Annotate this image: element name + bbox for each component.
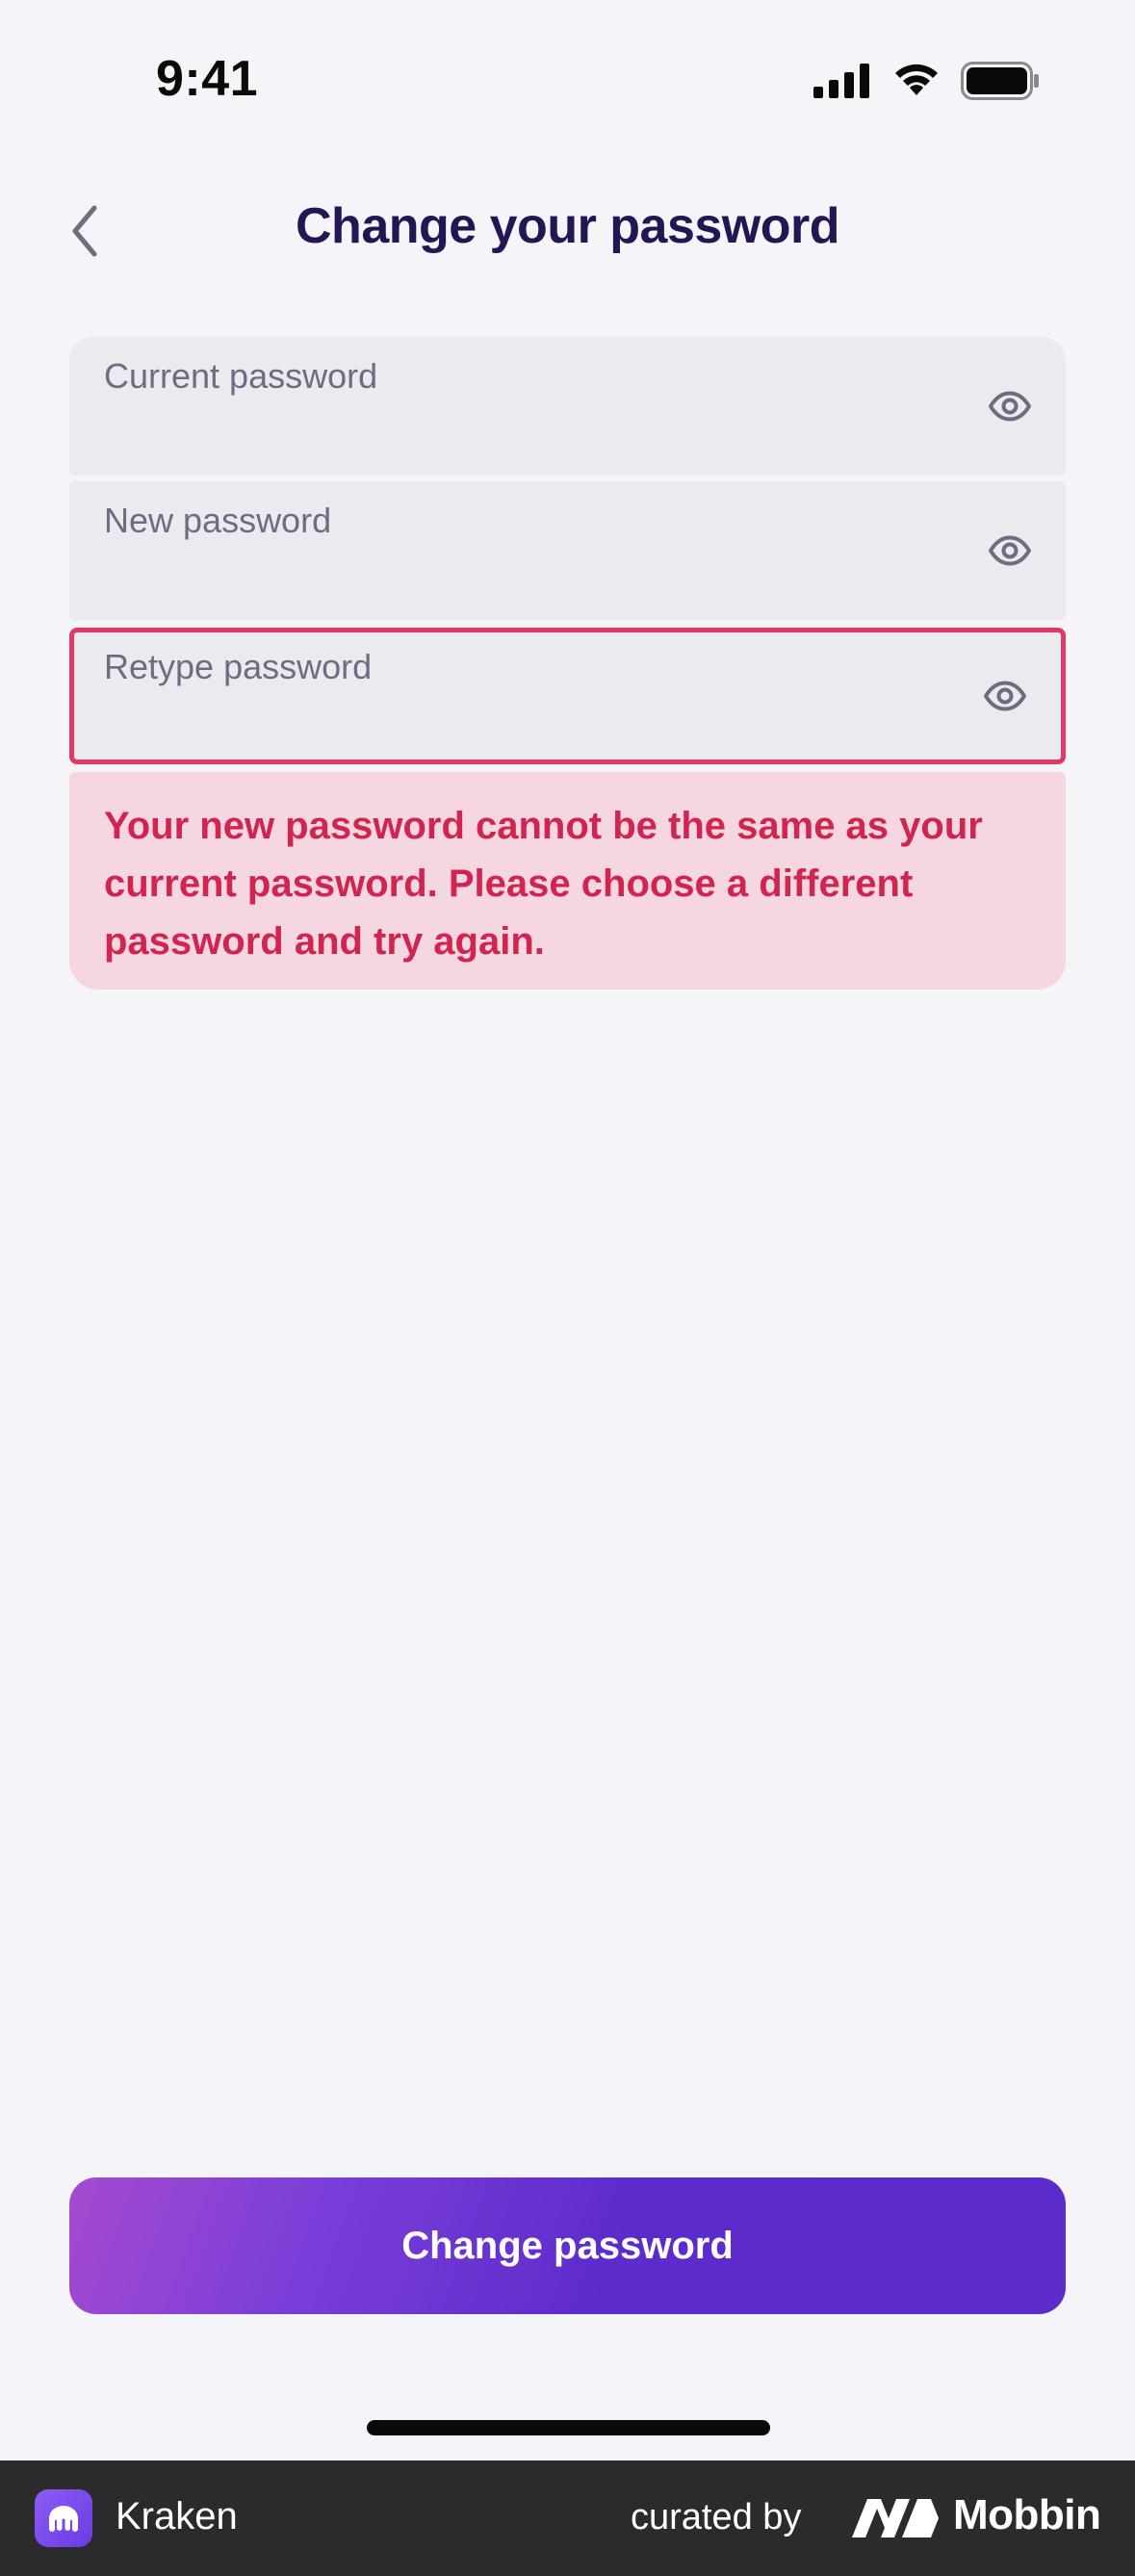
new-password-input[interactable] xyxy=(104,554,950,601)
kraken-logo-icon xyxy=(49,2506,78,2532)
new-password-label: New password xyxy=(104,501,332,540)
mobbin-logo-icon xyxy=(852,2499,939,2537)
battery-icon xyxy=(961,62,1039,100)
current-password-input[interactable] xyxy=(104,410,950,456)
retype-password-input[interactable] xyxy=(104,701,945,747)
show-current-password-button[interactable] xyxy=(983,379,1037,433)
error-message: Your new password cannot be the same as … xyxy=(104,805,983,963)
eye-icon xyxy=(989,535,1031,566)
status-time: 9:41 xyxy=(156,51,259,107)
new-password-field[interactable]: New password xyxy=(69,481,1066,620)
retype-password-label: Retype password xyxy=(104,647,373,686)
current-password-field[interactable]: Current password xyxy=(69,337,1066,476)
retype-password-field[interactable]: Retype password xyxy=(69,628,1066,764)
footer-bar: Kraken curated by Mobbin xyxy=(0,2460,1135,2576)
error-message-box: Your new password cannot be the same as … xyxy=(69,772,1066,990)
eye-icon xyxy=(984,681,1026,711)
chevron-left-icon xyxy=(72,205,97,257)
current-password-label: Current password xyxy=(104,356,378,396)
back-button[interactable] xyxy=(46,193,123,270)
wifi-icon xyxy=(895,64,938,95)
footer-curated-by: curated by xyxy=(631,2497,802,2537)
page-title: Change your password xyxy=(296,198,840,254)
change-password-button[interactable]: Change password xyxy=(69,2177,1066,2314)
status-bar: 9:41 xyxy=(0,0,1135,164)
status-icons xyxy=(813,62,1045,106)
eye-icon xyxy=(989,391,1031,422)
show-retype-password-button[interactable] xyxy=(978,669,1032,723)
show-new-password-button[interactable] xyxy=(983,524,1037,578)
kraken-app-icon xyxy=(35,2489,92,2547)
cellular-signal-icon xyxy=(813,64,869,98)
footer-app-name: Kraken xyxy=(116,2495,238,2537)
footer-brand: Mobbin xyxy=(953,2491,1101,2538)
home-indicator[interactable] xyxy=(367,2420,770,2435)
